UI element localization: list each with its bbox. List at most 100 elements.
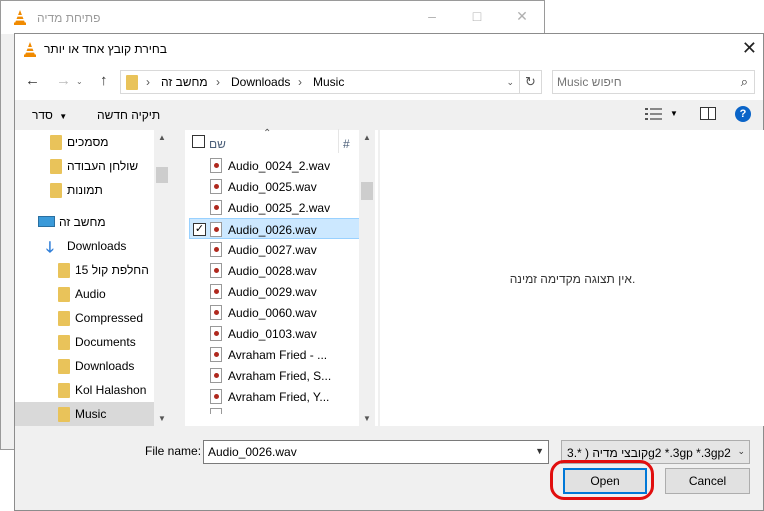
file-name-input[interactable] bbox=[208, 444, 518, 460]
up-arrow-icon[interactable]: ↑ bbox=[100, 73, 108, 88]
nav-item-downloads-folder[interactable]: Downloads bbox=[15, 354, 155, 378]
audio-file-icon bbox=[210, 389, 222, 404]
audio-file-icon bbox=[210, 347, 222, 362]
file-name: Audio_0103.wav bbox=[228, 327, 317, 341]
help-icon[interactable]: ? bbox=[735, 106, 751, 122]
file-name: Audio_0060.wav bbox=[228, 306, 317, 320]
vlc-cone-icon bbox=[14, 10, 26, 25]
nav-item-label: Kol Halashon bbox=[75, 383, 147, 397]
forward-arrow-icon[interactable]: → bbox=[56, 73, 71, 88]
background-titlebar: פתיחת מדיה – □ ✕ bbox=[1, 1, 544, 34]
nav-item-this-pc[interactable]: מחשב זה bbox=[15, 210, 155, 234]
nav-item-label: Downloads bbox=[75, 359, 135, 373]
scroll-up-icon[interactable]: ▲ bbox=[154, 133, 170, 142]
close-icon[interactable]: ✕ bbox=[515, 9, 529, 23]
nav-item-desktop[interactable]: שולחן העבודה bbox=[15, 154, 155, 178]
dialog-close-icon[interactable]: ✕ bbox=[742, 39, 757, 57]
file-row[interactable]: Audio_0027.wav bbox=[190, 239, 360, 260]
file-open-dialog: בחירת קובץ אחד או יותר ✕ ← → ⌄ ↑ › מחשב … bbox=[14, 33, 764, 511]
audio-file-icon bbox=[210, 326, 222, 341]
preview-pane-icon[interactable] bbox=[700, 107, 716, 120]
row-checkbox-checked[interactable]: ✓ bbox=[193, 223, 206, 236]
nav-item-label: Audio bbox=[75, 287, 106, 301]
scroll-up-icon[interactable]: ▲ bbox=[359, 133, 375, 142]
nav-item-music[interactable]: Music bbox=[15, 402, 155, 426]
organize-button[interactable]: סדר ▼ bbox=[32, 108, 67, 122]
nav-item-label: Music bbox=[75, 407, 107, 421]
nav-item-documents-folder[interactable]: Documents bbox=[15, 330, 155, 354]
file-row[interactable]: Audio_0028.wav bbox=[190, 260, 360, 281]
chevron-down-icon: ⌄ bbox=[737, 446, 745, 456]
file-row[interactable]: Audio_0025.wav bbox=[190, 176, 360, 197]
view-dropdown-icon[interactable]: ▼ bbox=[670, 109, 678, 118]
audio-file-icon bbox=[210, 158, 222, 173]
maximize-icon[interactable]: □ bbox=[470, 9, 484, 23]
select-all-checkbox[interactable] bbox=[192, 135, 205, 148]
file-list-scrollbar[interactable]: ▲ ▼ bbox=[359, 130, 375, 426]
new-folder-button[interactable]: תיקיה חדשה bbox=[97, 108, 160, 122]
nav-item-documents[interactable]: מסמכים bbox=[15, 130, 155, 154]
address-bar[interactable]: › מחשב זה › Downloads › Music ⌄ bbox=[120, 70, 520, 94]
file-row[interactable]: Audio_0024_2.wav bbox=[190, 155, 360, 176]
address-row: ← → ⌄ ↑ › מחשב זה › Downloads › Music ⌄ … bbox=[15, 64, 763, 100]
column-header-number[interactable]: # bbox=[343, 137, 350, 151]
scrollbar-thumb[interactable] bbox=[156, 167, 168, 183]
file-row[interactable]: Audio_0029.wav bbox=[190, 281, 360, 302]
file-name: Audio_0024_2.wav bbox=[228, 159, 331, 173]
nav-item-voice-change[interactable]: החלפת קול 15 bbox=[15, 258, 155, 282]
refresh-icon[interactable]: ↻ bbox=[520, 70, 542, 94]
breadcrumb-music[interactable]: Music bbox=[313, 75, 344, 89]
audio-file-icon bbox=[210, 368, 222, 383]
nav-item-downloads-quick[interactable]: 🡓 Downloads bbox=[15, 234, 155, 258]
vlc-cone-icon bbox=[24, 42, 36, 57]
nav-item-pictures[interactable]: תמונות bbox=[15, 178, 155, 202]
scroll-down-icon[interactable]: ▼ bbox=[154, 414, 170, 423]
folder-icon bbox=[58, 287, 70, 302]
file-row[interactable]: Audio_0025_2.wav bbox=[190, 197, 360, 218]
nav-item-label: Documents bbox=[75, 335, 136, 349]
search-input[interactable] bbox=[557, 74, 732, 90]
file-name: Audio_0025_2.wav bbox=[228, 201, 331, 215]
no-preview-text: אין תצוגה מקדימה זמינה. bbox=[509, 272, 636, 286]
file-name-combobox: ▼ bbox=[203, 440, 549, 464]
file-name: Audio_0028.wav bbox=[228, 264, 317, 278]
file-name: Audio_0026.wav bbox=[228, 223, 317, 237]
folder-icon bbox=[58, 383, 70, 398]
nav-item-label: שולחן העבודה bbox=[67, 159, 139, 173]
nav-item-kol-halashon[interactable]: Kol Halashon bbox=[15, 378, 155, 402]
file-row[interactable]: Audio_0103.wav bbox=[190, 323, 360, 344]
file-row[interactable]: Avraham Fried - ... bbox=[190, 344, 360, 365]
nav-pane-scrollbar[interactable]: ▲ ▼ bbox=[154, 130, 170, 426]
organize-dropdown-icon: ▼ bbox=[59, 112, 68, 121]
file-row[interactable]: Avraham Fried, S... bbox=[190, 365, 360, 386]
file-row[interactable]: Audio_0060.wav bbox=[190, 302, 360, 323]
nav-item-audio[interactable]: Audio bbox=[15, 282, 155, 306]
audio-file-icon bbox=[210, 179, 222, 194]
search-icon[interactable]: ⌕ bbox=[741, 74, 748, 90]
folder-icon bbox=[58, 311, 70, 326]
file-row-selected[interactable]: ✓ Audio_0026.wav bbox=[189, 218, 360, 239]
file-row[interactable]: Avraham Fried, Y... bbox=[190, 386, 360, 407]
folder-icon bbox=[50, 183, 62, 198]
column-header-name[interactable]: שם bbox=[209, 137, 226, 151]
command-toolbar: סדר ▼ תיקיה חדשה ▼ ? bbox=[15, 100, 763, 130]
file-type-filter-value: קובצי מדיה ( *.3g2 *.3gp *.3gp2 bbox=[567, 446, 731, 460]
breadcrumb-downloads[interactable]: Downloads bbox=[231, 75, 290, 89]
scroll-down-icon[interactable]: ▼ bbox=[359, 414, 375, 423]
chevron-down-icon[interactable]: ▼ bbox=[535, 446, 544, 456]
back-arrow-icon[interactable]: ← bbox=[25, 73, 40, 88]
recent-locations-chevron-icon[interactable]: ⌄ bbox=[76, 77, 83, 86]
navigation-pane: מסמכים שולחן העבודה תמונות מחשב זה 🡓 Dow… bbox=[15, 130, 170, 426]
file-name: Audio_0029.wav bbox=[228, 285, 317, 299]
file-name: Avraham Fried, Y... bbox=[228, 390, 330, 404]
breadcrumb-this-pc[interactable]: מחשב זה bbox=[161, 75, 208, 89]
address-dropdown-icon[interactable]: ⌄ bbox=[506, 77, 514, 88]
audio-file-icon bbox=[210, 305, 222, 320]
folder-icon bbox=[58, 263, 70, 278]
scrollbar-thumb[interactable] bbox=[361, 182, 373, 200]
cancel-button[interactable]: Cancel bbox=[665, 468, 750, 494]
nav-item-compressed[interactable]: Compressed bbox=[15, 306, 155, 330]
view-options-icon[interactable] bbox=[645, 107, 663, 124]
minimize-icon[interactable]: – bbox=[425, 9, 439, 23]
breadcrumb-separator: › bbox=[298, 75, 302, 89]
